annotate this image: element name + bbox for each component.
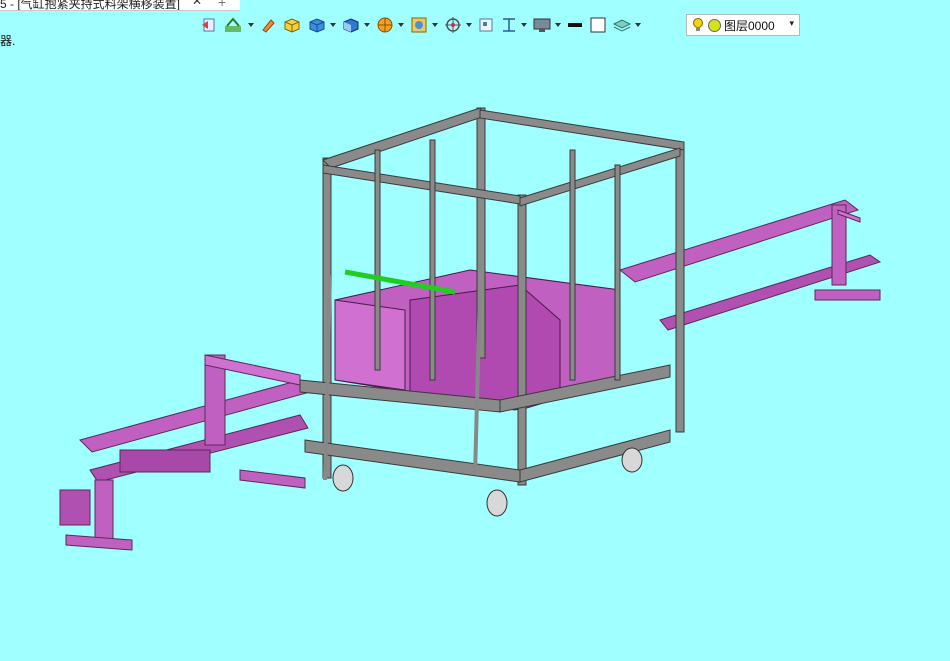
- cad-viewport[interactable]: [0, 0, 950, 661]
- right-rail: [618, 199, 882, 331]
- left-rail: [59, 354, 311, 551]
